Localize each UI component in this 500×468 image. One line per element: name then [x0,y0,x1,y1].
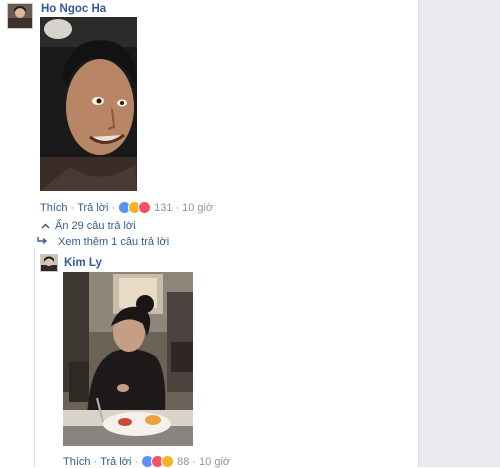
separator: · [192,455,197,468]
reply-button[interactable]: Trả lời [100,456,131,468]
separator: · [93,455,98,468]
reply-actions: Thích · Trả lời · 88 · 10 giờ [63,455,230,468]
hide-replies-label: Ẩn 29 câu trả lời [55,220,136,232]
hide-replies-toggle[interactable]: Ẩn 29 câu trả lời [41,220,136,232]
like-button[interactable]: Thích [40,202,68,214]
separator: · [70,201,75,214]
avatar-kim-ly[interactable] [40,254,58,272]
more-replies-label: Xem thêm 1 câu trả lời [58,236,170,248]
reply-author[interactable]: Kim Ly [64,257,102,269]
chevron-up-icon [41,220,55,232]
reply-timestamp[interactable]: 10 giờ [199,456,230,468]
reactions-summary[interactable] [141,455,175,468]
reply-thread-line [34,248,35,467]
more-replies-link[interactable]: Xem thêm 1 câu trả lời [37,236,169,248]
reply-photo-dining[interactable] [63,272,193,446]
separator: · [175,201,180,214]
separator: · [111,201,116,214]
comment-author[interactable]: Ho Ngoc Ha [41,3,106,15]
reaction-count[interactable]: 131 [154,202,172,214]
like-button[interactable]: Thích [63,456,91,468]
haha-reaction-icon [161,455,175,468]
comment-photo-selfie[interactable] [40,17,137,191]
love-reaction-icon [138,201,152,214]
right-sidebar-gutter [418,0,500,467]
reactions-summary[interactable] [118,201,152,214]
avatar-ho-ngoc-ha[interactable] [7,3,33,29]
reaction-count[interactable]: 88 [177,456,189,468]
comment-timestamp[interactable]: 10 giờ [182,202,213,214]
reply-button[interactable]: Trả lời [77,202,108,214]
reply-arrow-icon [37,236,58,248]
comment-actions: Thích · Trả lời · 131 · 10 giờ [40,201,213,214]
separator: · [134,455,139,468]
